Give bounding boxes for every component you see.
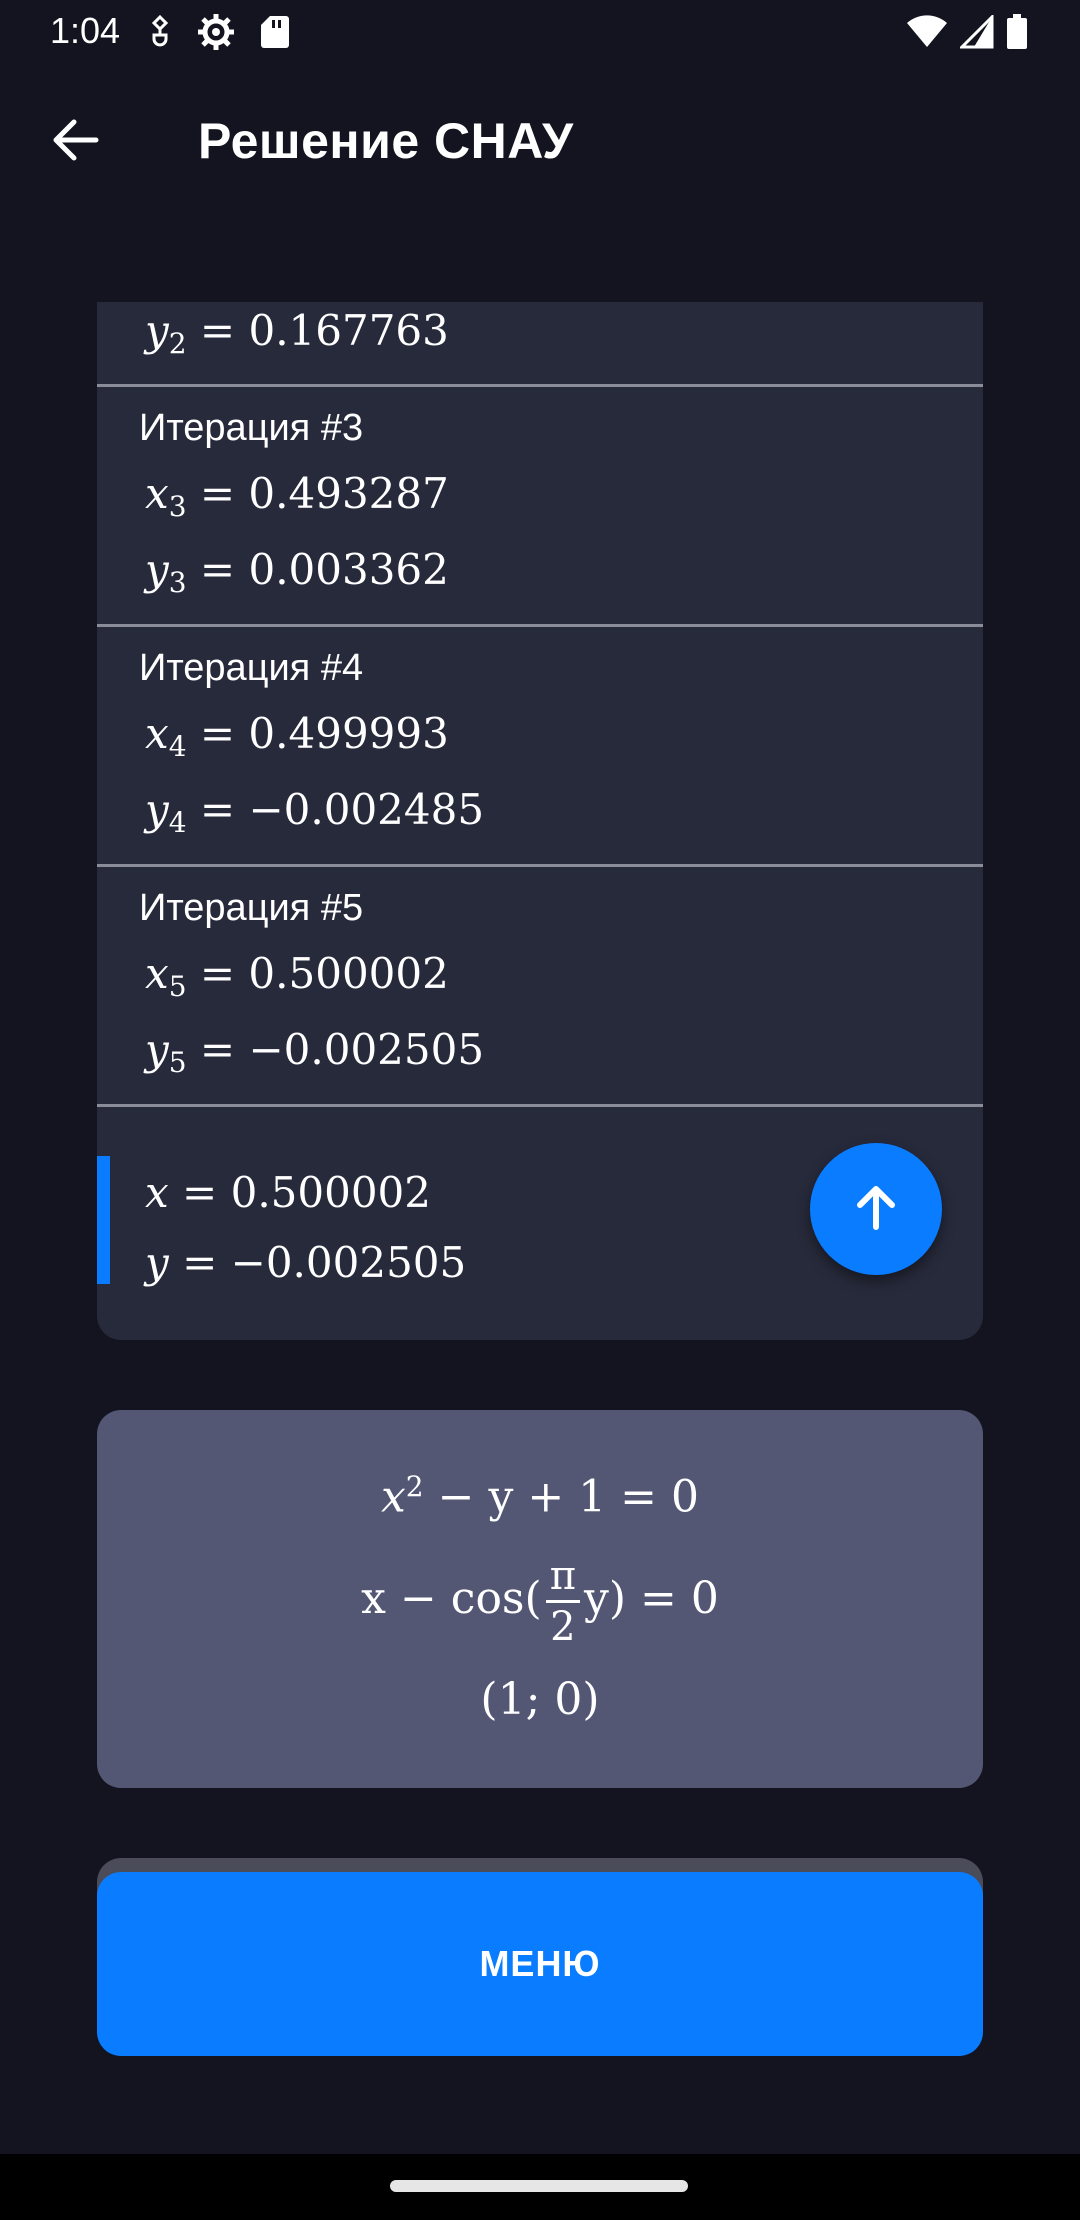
wifi-icon [906, 15, 948, 54]
result-y-equation: y = −0.002505 [145, 1238, 467, 1287]
vpn-key-icon [148, 14, 172, 54]
equation-system-card: x2 − y + 1 = 0 x − cos(π 2 y) = 0 (1; 0) [97, 1410, 983, 1788]
sd-card-icon [260, 14, 290, 55]
menu-button[interactable]: МЕНЮ [97, 1872, 983, 2056]
iteration-y-equation: y4 = −0.002485 [145, 785, 485, 839]
arrow-up-icon [850, 1181, 902, 1238]
initial-approximation: (1; 0) [480, 1674, 600, 1725]
app-bar: Решение СНАУ [0, 66, 1080, 226]
iteration-x-equation: x5 = 0.500002 [145, 949, 449, 1003]
arrow-left-icon [52, 118, 100, 167]
result-x-equation: x = 0.500002 [145, 1168, 431, 1217]
status-icons-right [906, 13, 1028, 55]
iteration-y-equation: y3 = 0.003362 [145, 545, 449, 599]
back-button[interactable] [40, 106, 112, 178]
iteration-x-equation: x4 = 0.499993 [145, 709, 449, 763]
page-title: Решение СНАУ [198, 113, 574, 169]
list-item: Итерация #3 x3 = 0.493287 y3 = 0.003362 [97, 387, 983, 627]
scroll-to-top-button[interactable] [810, 1143, 942, 1275]
status-bar: 1:04 [0, 0, 1080, 66]
battery-icon [1006, 14, 1028, 55]
iteration-title: Итерация #5 [139, 887, 364, 929]
list-item: y2 = 0.167763 [97, 302, 983, 387]
result-accent-bar [97, 1156, 110, 1284]
settings-gear-icon [196, 12, 236, 57]
equation-1: x2 − y + 1 = 0 [380, 1470, 700, 1523]
list-item: Итерация #4 x4 = 0.499993 y4 = −0.002485 [97, 627, 983, 867]
iteration-x-equation: x3 = 0.493287 [145, 469, 449, 523]
list-item: Итерация #5 x5 = 0.500002 y5 = −0.002505 [97, 867, 983, 1107]
status-icons-left [148, 12, 290, 57]
equation-2: x − cos(π 2 y) = 0 [361, 1552, 719, 1651]
iteration-y-equation: y5 = −0.002505 [145, 1025, 485, 1079]
iteration-title: Итерация #3 [139, 407, 364, 449]
iteration-title: Итерация #4 [139, 647, 364, 689]
home-indicator[interactable] [390, 2180, 688, 2192]
iteration-y-equation: y2 = 0.167763 [145, 306, 449, 360]
cellular-signal-icon [958, 13, 994, 54]
pi-over-two-fraction: π2 [545, 1552, 580, 1651]
navigation-bar [0, 2154, 1080, 2220]
status-time: 1:04 [50, 10, 121, 51]
